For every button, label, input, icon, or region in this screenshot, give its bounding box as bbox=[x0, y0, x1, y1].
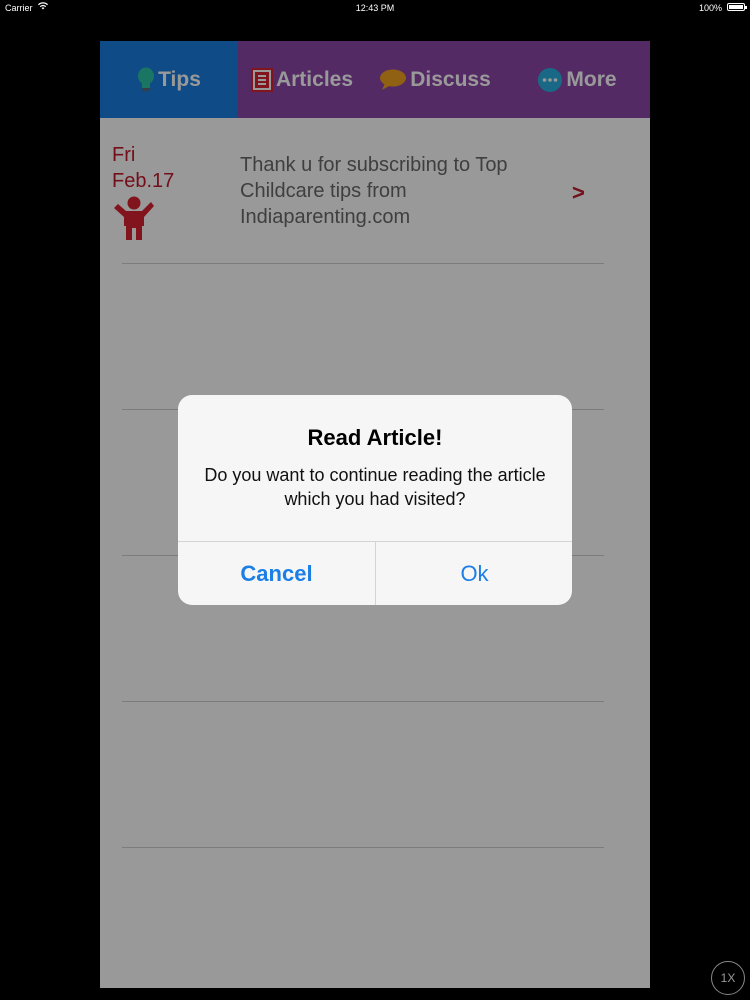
alert-title: Read Article! bbox=[307, 425, 443, 450]
alert-dialog: Read Article! Do you want to continue re… bbox=[178, 395, 572, 605]
battery-icon bbox=[727, 3, 747, 11]
clock: 12:43 PM bbox=[355, 3, 395, 13]
screen: Carrier 12:43 PM 100% Tips Articles Disc… bbox=[0, 0, 750, 1000]
ok-button[interactable]: Ok bbox=[376, 542, 572, 605]
alert-message: Do you want to continue reading the arti… bbox=[204, 465, 546, 509]
battery-percent: 100% bbox=[698, 3, 722, 13]
cancel-button[interactable]: Cancel bbox=[178, 542, 375, 605]
status-bar: Carrier 12:43 PM 100% bbox=[0, 0, 750, 16]
scale-toggle-button[interactable]: 1X bbox=[711, 961, 745, 995]
